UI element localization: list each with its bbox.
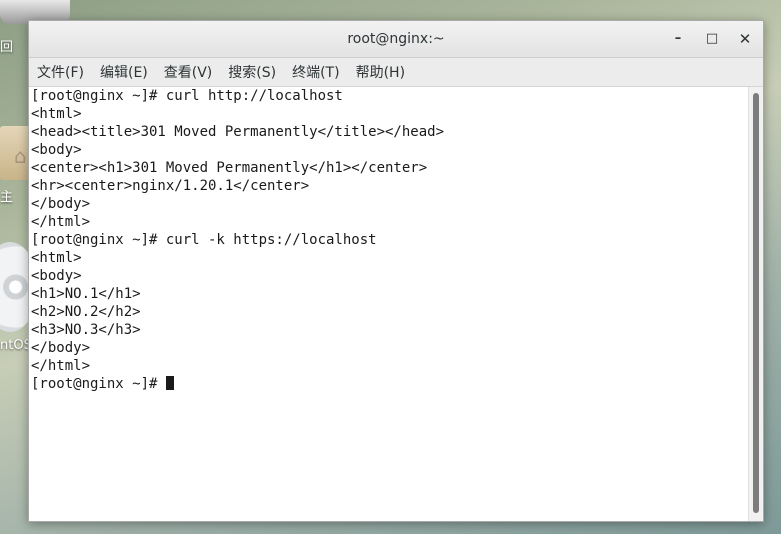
- menu-edit[interactable]: 编辑(E): [100, 62, 148, 82]
- text-cursor: [165, 376, 174, 390]
- terminal-line: <body>: [31, 142, 82, 158]
- terminal-line: <head><title>301 Moved Permanently</titl…: [31, 124, 445, 140]
- prompt-text: [root@nginx ~]#: [31, 376, 166, 392]
- scrollbar-thumb[interactable]: [753, 93, 759, 513]
- terminal-line: <h1>NO.1</h1>: [31, 286, 141, 302]
- terminal-line: [root@nginx ~]# curl http://localhost: [31, 88, 343, 104]
- window-title: root@nginx:~: [347, 31, 445, 47]
- menu-search[interactable]: 搜索(S): [228, 62, 276, 82]
- terminal-line: <body>: [31, 268, 82, 284]
- menu-terminal[interactable]: 终端(T): [292, 62, 339, 82]
- terminal-output[interactable]: [root@nginx ~]# curl http://localhost <h…: [29, 87, 749, 521]
- terminal-line: <h2>NO.2</h2>: [31, 304, 141, 320]
- terminal-line: <hr><center>nginx/1.20.1</center>: [31, 178, 310, 194]
- close-button[interactable]: ✕: [735, 29, 755, 49]
- menu-file[interactable]: 文件(F): [37, 62, 84, 82]
- maximize-button[interactable]: □: [702, 29, 722, 49]
- menu-help[interactable]: 帮助(H): [356, 62, 405, 82]
- house-icon: ⌂: [14, 144, 27, 168]
- scrollbar[interactable]: [748, 87, 763, 521]
- terminal-line: </html>: [31, 214, 91, 230]
- terminal-line: [root@nginx ~]# curl -k https://localhos…: [31, 232, 377, 248]
- terminal-line: </html>: [31, 358, 91, 374]
- terminal-line: </body>: [31, 196, 91, 212]
- desktop-label-home: 主: [0, 190, 14, 205]
- menu-bar: 文件(F) 编辑(E) 查看(V) 搜索(S) 终端(T) 帮助(H): [29, 58, 763, 87]
- terminal-line: <center><h1>301 Moved Permanently</h1></…: [31, 160, 428, 176]
- menu-view[interactable]: 查看(V): [164, 62, 213, 82]
- minimize-button[interactable]: –: [668, 29, 688, 49]
- title-bar[interactable]: root@nginx:~ – □ ✕: [29, 21, 763, 58]
- terminal-prompt-line: [root@nginx ~]#: [29, 375, 749, 393]
- desktop-label-trash: 回: [0, 40, 14, 55]
- terminal-line: <html>: [31, 250, 82, 266]
- terminal-window: root@nginx:~ – □ ✕ 文件(F) 编辑(E) 查看(V) 搜索(…: [28, 20, 764, 522]
- terminal-line: </body>: [31, 340, 91, 356]
- terminal-line: <h3>NO.3</h3>: [31, 322, 141, 338]
- terminal-line: <html>: [31, 106, 82, 122]
